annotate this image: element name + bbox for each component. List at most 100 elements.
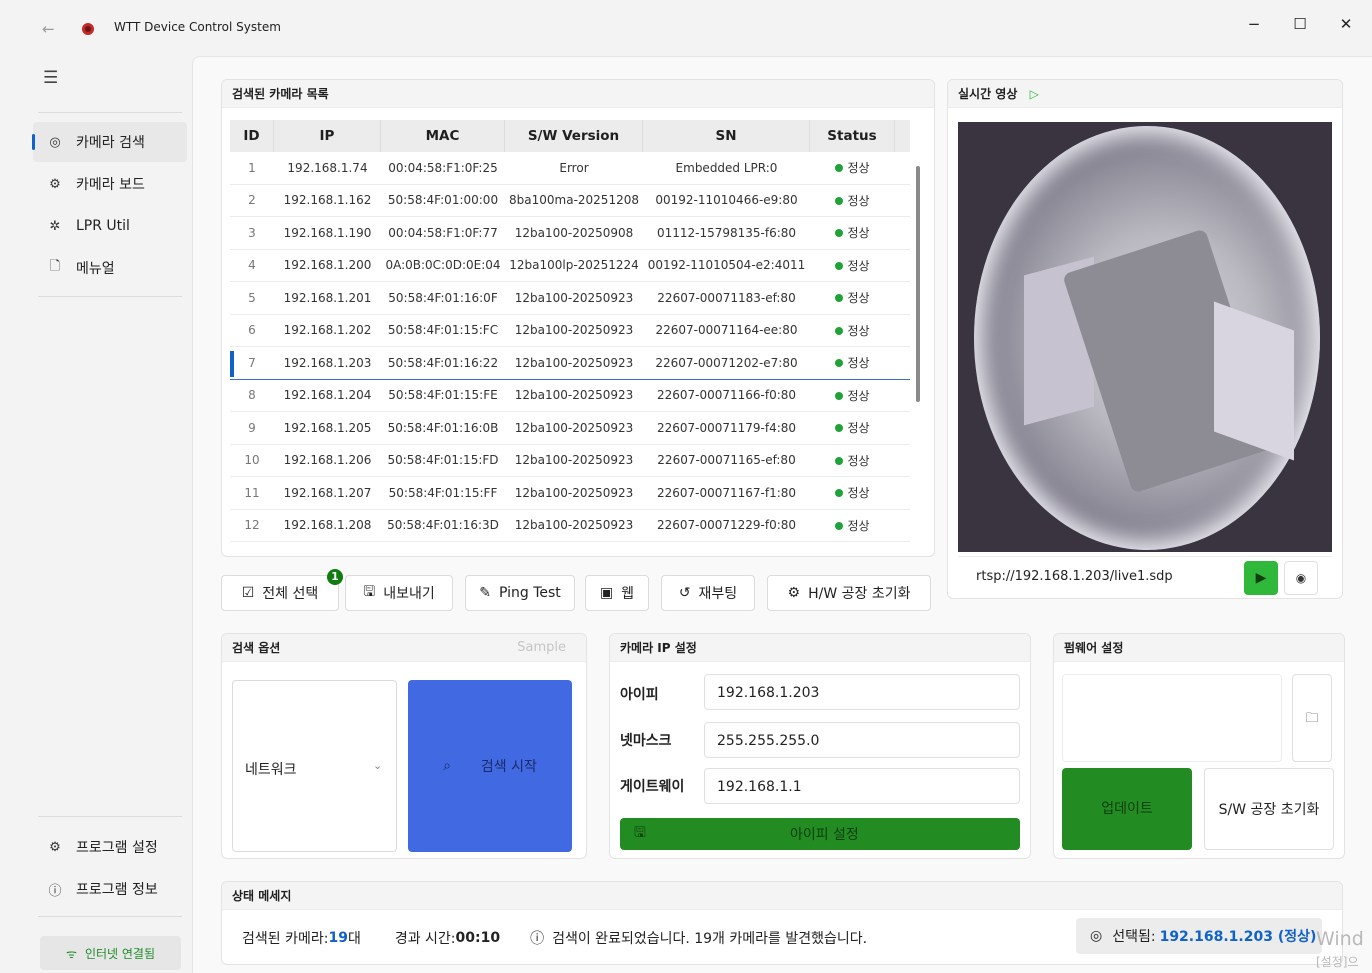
elapsed-label: 경과 시간: [394, 931, 456, 947]
status-text: 정상 [847, 453, 870, 468]
maximize-button[interactable]: ☐ [1280, 12, 1320, 40]
firmware-update-button[interactable]: 업데이트 [1062, 768, 1192, 850]
search-start-label: 검색 시작 [480, 759, 537, 775]
reboot-button[interactable]: ↺ 재부팅 [661, 575, 755, 611]
cell-sn: 22607-00071167-f1:80 [656, 485, 797, 500]
table-row[interactable]: 12 192.168.1.208 50:58:4F:01:16:3D 12ba100-… [230, 510, 910, 542]
export-button[interactable]: 🖫 내보내기 [345, 575, 453, 611]
cell-status: 정상 [810, 484, 895, 501]
minimize-button[interactable]: − [1234, 12, 1274, 40]
gateway-label: 게이트웨이 [620, 779, 685, 795]
sidebar-item-lpr-util[interactable]: ✲ LPR Util [33, 206, 187, 246]
sidebar-item-program-info[interactable]: ⓘ 프로그램 정보 [33, 869, 187, 909]
cell-sn: 22607-00071165-ef:80 [657, 453, 796, 468]
table-row[interactable]: 3 192.168.1.190 00:04:58:F1:0F:77 12ba100-2… [230, 217, 910, 250]
video-stream[interactable] [958, 122, 1332, 552]
column-header-sn[interactable]: SN [643, 120, 810, 152]
title-bar: ← WTT Device Control System − ☐ ✕ [30, 8, 1372, 48]
ip-set-button[interactable]: 🖫 아이피 설정 [620, 818, 1020, 850]
ping-test-button[interactable]: ✎ Ping Test [465, 575, 575, 611]
table-body: 1 192.168.1.74 00:04:58:F1:0F:25 Error Embed… [230, 152, 910, 542]
status-ok-dot-icon [835, 424, 844, 433]
cell-id: 7 [248, 355, 256, 370]
cell-version: 12ba100lp-20251224 [509, 258, 639, 273]
cell-sn: 01112-15798135-f6:80 [656, 225, 797, 240]
sidebar-item-label: 프로그램 정보 [76, 882, 158, 898]
table-row[interactable]: 10 192.168.1.206 50:58:4F:01:15:FD 12ba100-… [230, 445, 910, 477]
status-text: 정상 [847, 356, 870, 371]
cell-id: 3 [248, 225, 256, 240]
cell-id: 11 [244, 485, 260, 500]
cell-id: 2 [248, 193, 256, 208]
record-button[interactable]: ◉ [1284, 561, 1318, 595]
cell-mac: 00:04:58:F1:0F:77 [388, 225, 498, 240]
table-scrollbar[interactable] [916, 166, 920, 402]
camera-icon: ◎ [49, 134, 61, 150]
table-row[interactable]: 5 192.168.1.201 50:58:4F:01:16:0F 12ba100-2… [230, 282, 910, 315]
gear-icon: ⚙ [49, 839, 61, 855]
sidebar-item-camera-search[interactable]: ◎ 카메라 검색 [32, 122, 187, 162]
gateway-input[interactable]: 192.168.1.1 [704, 768, 1020, 804]
network-status-label: 인터넷 연결됨 [84, 946, 156, 961]
column-header-mac[interactable]: MAC [381, 120, 505, 152]
column-header-status[interactable]: Status [810, 120, 895, 152]
column-header-ip[interactable]: IP [274, 120, 381, 152]
play-button[interactable]: ▶ [1244, 561, 1278, 595]
live-video-title: 실시간 영상 [958, 87, 1018, 101]
table-row[interactable]: 8 192.168.1.204 50:58:4F:01:15:FE 12ba100-2… [230, 380, 910, 412]
select-all-button[interactable]: ☑ 전체 선택 [221, 575, 339, 611]
network-select[interactable]: 네트워크 ⌄ [232, 680, 397, 852]
cell-version: 8ba100ma-20251208 [509, 193, 639, 208]
table-row[interactable]: 6 192.168.1.202 50:58:4F:01:15:FC 12ba100-2… [230, 315, 910, 347]
table-row[interactable]: 7 192.168.1.203 50:58:4F:01:16:22 12ba100-2… [230, 347, 910, 380]
status-text: 정상 [847, 258, 870, 273]
camera-table: ID IP MAC S/W Version SN Status 1 192.168… [230, 120, 910, 542]
hamburger-menu-icon[interactable]: ☰ [43, 68, 58, 88]
cell-ip: 192.168.1.190 [283, 225, 372, 240]
back-arrow-icon[interactable]: ← [42, 20, 55, 38]
sidebar-item-program-settings[interactable]: ⚙ 프로그램 설정 [33, 827, 187, 867]
info-icon: ⓘ [48, 883, 62, 899]
hw-factory-reset-button[interactable]: ⚙ H/W 공장 초기화 [767, 575, 931, 611]
column-header-id[interactable]: ID [230, 120, 274, 152]
firmware-file-field[interactable] [1062, 674, 1282, 762]
status-ok-dot-icon [835, 294, 844, 303]
sidebar-item-label: 프로그램 설정 [76, 840, 158, 856]
window-title: WTT Device Control System [114, 20, 281, 34]
folder-open-icon[interactable]: 🗀 [1292, 674, 1332, 762]
selected-camera-badge: ◎ 선택됨: 192.168.1.203 (정상) [1076, 918, 1322, 954]
table-row[interactable]: 4 192.168.1.200 0A:0B:0C:0D:0E:04 12ba100lp… [230, 250, 910, 282]
sidebar: ☰ ◎ 카메라 검색 ⚙ 카메라 보드 ✲ LPR Util 🗋 메뉴얼 ⚙ 프… [30, 48, 192, 973]
search-options-panel: 검색 옵션 Sample 네트워크 ⌄ ⌕ 검색 시작 [221, 633, 587, 859]
select-all-label: 전체 선택 [262, 586, 319, 602]
netmask-input[interactable]: 255.255.255.0 [704, 722, 1020, 758]
sidebar-item-label: 카메라 검색 [76, 135, 145, 151]
sidebar-item-manual[interactable]: 🗋 메뉴얼 [33, 248, 187, 288]
cell-ip: 192.168.1.200 [283, 258, 372, 273]
sample-label: Sample [517, 640, 566, 655]
status-text: 정상 [847, 226, 870, 241]
found-unit: 대 [347, 931, 361, 947]
table-row[interactable]: 1 192.168.1.74 00:04:58:F1:0F:25 Error Embed… [230, 152, 910, 185]
web-button[interactable]: ▣ 웹 [585, 575, 649, 611]
cell-version: 12ba100-20250923 [514, 453, 634, 468]
table-row[interactable]: 2 192.168.1.162 50:58:4F:01:00:00 8ba100ma-… [230, 185, 910, 217]
cell-mac: 50:58:4F:01:15:FD [387, 453, 499, 468]
network-select-value: 네트워크 [245, 762, 297, 778]
sidebar-item-camera-board[interactable]: ⚙ 카메라 보드 [33, 164, 187, 204]
cell-ip: 192.168.1.202 [283, 323, 372, 338]
column-header-version[interactable]: S/W Version [505, 120, 643, 152]
table-header: ID IP MAC S/W Version SN Status [230, 120, 910, 152]
status-ok-dot-icon [835, 196, 844, 205]
close-button[interactable]: ✕ [1326, 12, 1366, 40]
cell-mac: 50:58:4F:01:15:FE [388, 388, 498, 403]
ping-label: Ping Test [498, 585, 561, 601]
table-row[interactable]: 11 192.168.1.207 50:58:4F:01:15:FF 12ba100-… [230, 477, 910, 510]
save-icon: 🖫 [363, 584, 376, 600]
gear-icon: ⚙ [49, 176, 61, 192]
sw-factory-reset-button[interactable]: S/W 공장 초기화 [1204, 768, 1334, 850]
search-start-button[interactable]: ⌕ 검색 시작 [408, 680, 572, 852]
table-row[interactable]: 9 192.168.1.205 50:58:4F:01:16:0B 12ba100-2… [230, 412, 910, 445]
ip-input[interactable]: 192.168.1.203 [704, 674, 1020, 710]
status-text: 정상 [847, 161, 870, 176]
